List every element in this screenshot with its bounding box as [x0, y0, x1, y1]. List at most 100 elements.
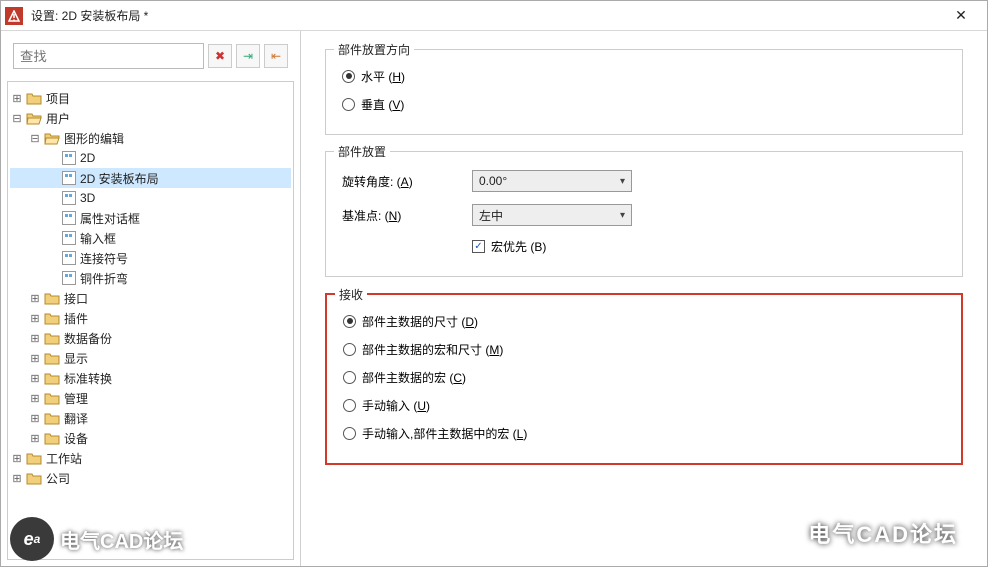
tree-node-2d-mounting[interactable]: 2D 安装板布局: [10, 168, 291, 188]
tree-node-user[interactable]: ⊟用户: [10, 108, 291, 128]
radio-icon: [343, 371, 356, 384]
folder-icon: [44, 291, 60, 305]
tree-node-property-dialog[interactable]: 属性对话框: [10, 208, 291, 228]
radio-label: 垂直 (V): [361, 96, 404, 113]
expander-icon[interactable]: ⊞: [28, 332, 42, 345]
page-icon: [62, 251, 76, 265]
search-input[interactable]: [13, 43, 204, 69]
tree-node-display[interactable]: ⊞显示: [10, 348, 291, 368]
radio-vertical[interactable]: 垂直 (V): [342, 90, 946, 118]
tree-node-translate[interactable]: ⊞翻译: [10, 408, 291, 428]
folder-icon: [44, 391, 60, 405]
page-icon: [62, 211, 76, 225]
export-button[interactable]: ⇤: [264, 44, 288, 68]
expander-icon[interactable]: ⊟: [10, 112, 24, 125]
folder-icon: [26, 451, 42, 465]
tree-node-company[interactable]: ⊞公司: [10, 468, 291, 488]
radio-label: 手动输入 (U): [362, 397, 430, 414]
checkbox-icon: [472, 240, 485, 253]
tree-node-2d[interactable]: 2D: [10, 148, 291, 168]
expander-icon[interactable]: ⊞: [28, 392, 42, 405]
folder-open-icon: [44, 131, 60, 145]
radio-accept-macro-dim[interactable]: 部件主数据的宏和尺寸 (M): [343, 335, 945, 363]
radio-icon: [343, 315, 356, 328]
folder-icon: [44, 411, 60, 425]
expander-icon[interactable]: ⊟: [28, 132, 42, 145]
titlebar: 设置: 2D 安装板布局 * ✕: [1, 1, 987, 31]
tree-node-workstation[interactable]: ⊞工作站: [10, 448, 291, 468]
tree-node-connection-symbol[interactable]: 连接符号: [10, 248, 291, 268]
radio-icon: [342, 70, 355, 83]
tree-node-input-box[interactable]: 输入框: [10, 228, 291, 248]
radio-icon: [343, 343, 356, 356]
expander-icon[interactable]: ⊞: [28, 292, 42, 305]
expander-icon[interactable]: ⊞: [28, 372, 42, 385]
radio-icon: [343, 399, 356, 412]
rotation-label: 旋转角度: (A): [342, 173, 472, 190]
import-icon: ⇥: [243, 49, 253, 63]
radio-accept-manual[interactable]: 手动输入 (U): [343, 391, 945, 419]
radio-accept-dim[interactable]: 部件主数据的尺寸 (D): [343, 307, 945, 335]
clear-search-button[interactable]: ✖: [208, 44, 232, 68]
radio-label: 部件主数据的尺寸 (D): [362, 313, 478, 330]
export-icon: ⇤: [271, 49, 281, 63]
row-macro-priority[interactable]: 宏优先 (B): [342, 232, 946, 260]
expander-icon[interactable]: ⊞: [10, 472, 24, 485]
expander-icon[interactable]: ⊞: [28, 352, 42, 365]
radio-label: 部件主数据的宏 (C): [362, 369, 466, 386]
app-icon: [5, 7, 23, 25]
radio-label: 水平 (H): [361, 68, 405, 85]
folder-icon: [44, 351, 60, 365]
page-icon: [62, 271, 76, 285]
body: ✖ ⇥ ⇤ ⊞项目 ⊟用户 ⊟图形的编辑 2D 2D 安装板布局 3D 属性对话…: [1, 31, 987, 566]
expander-icon[interactable]: ⊞: [10, 452, 24, 465]
tree-node-project[interactable]: ⊞项目: [10, 88, 291, 108]
tree-node-plugin[interactable]: ⊞插件: [10, 308, 291, 328]
import-button[interactable]: ⇥: [236, 44, 260, 68]
x-icon: ✖: [215, 49, 225, 63]
row-rotation: 旋转角度: (A) 0.00°▾: [342, 164, 946, 198]
basepoint-label: 基准点: (N): [342, 207, 472, 224]
expander-icon[interactable]: ⊞: [28, 432, 42, 445]
tree-node-3d[interactable]: 3D: [10, 188, 291, 208]
folder-icon: [44, 331, 60, 345]
folder-icon: [44, 431, 60, 445]
tree-node-device[interactable]: ⊞设备: [10, 428, 291, 448]
folder-icon: [26, 471, 42, 485]
group-legend: 部件放置: [334, 143, 390, 160]
left-panel: ✖ ⇥ ⇤ ⊞项目 ⊟用户 ⊟图形的编辑 2D 2D 安装板布局 3D 属性对话…: [1, 31, 301, 566]
group-legend: 部件放置方向: [334, 41, 414, 58]
radio-icon: [342, 98, 355, 111]
radio-horizontal[interactable]: 水平 (H): [342, 62, 946, 90]
radio-label: 手动输入,部件主数据中的宏 (L): [362, 425, 527, 442]
tree-node-graphic-edit[interactable]: ⊟图形的编辑: [10, 128, 291, 148]
radio-accept-macro[interactable]: 部件主数据的宏 (C): [343, 363, 945, 391]
radio-icon: [343, 427, 356, 440]
page-icon: [62, 231, 76, 245]
basepoint-select[interactable]: 左中▾: [472, 204, 632, 226]
radio-accept-manual-macro[interactable]: 手动输入,部件主数据中的宏 (L): [343, 419, 945, 447]
expander-icon[interactable]: ⊞: [28, 312, 42, 325]
chevron-down-icon: ▾: [620, 210, 625, 221]
folder-icon: [44, 311, 60, 325]
page-icon: [62, 191, 76, 205]
rotation-select[interactable]: 0.00°▾: [472, 170, 632, 192]
folder-icon: [26, 91, 42, 105]
chevron-down-icon: ▾: [620, 176, 625, 187]
expander-icon[interactable]: ⊞: [28, 412, 42, 425]
search-row: ✖ ⇥ ⇤: [7, 39, 294, 81]
group-orientation: 部件放置方向 水平 (H) 垂直 (V): [325, 49, 963, 135]
expander-icon[interactable]: ⊞: [10, 92, 24, 105]
tree-node-backup[interactable]: ⊞数据备份: [10, 328, 291, 348]
group-placement: 部件放置 旋转角度: (A) 0.00°▾ 基准点: (N) 左中▾ 宏优先 (…: [325, 151, 963, 277]
tree: ⊞项目 ⊟用户 ⊟图形的编辑 2D 2D 安装板布局 3D 属性对话框 输入框 …: [7, 81, 294, 560]
folder-icon: [44, 371, 60, 385]
tree-node-copper-bend[interactable]: 铜件折弯: [10, 268, 291, 288]
tree-node-interface[interactable]: ⊞接口: [10, 288, 291, 308]
close-button[interactable]: ✕: [939, 1, 983, 31]
radio-label: 部件主数据的宏和尺寸 (M): [362, 341, 503, 358]
row-basepoint: 基准点: (N) 左中▾: [342, 198, 946, 232]
tree-node-std-convert[interactable]: ⊞标准转换: [10, 368, 291, 388]
tree-node-manage[interactable]: ⊞管理: [10, 388, 291, 408]
group-accept: 接收 部件主数据的尺寸 (D) 部件主数据的宏和尺寸 (M) 部件主数据的宏 (…: [325, 293, 963, 465]
